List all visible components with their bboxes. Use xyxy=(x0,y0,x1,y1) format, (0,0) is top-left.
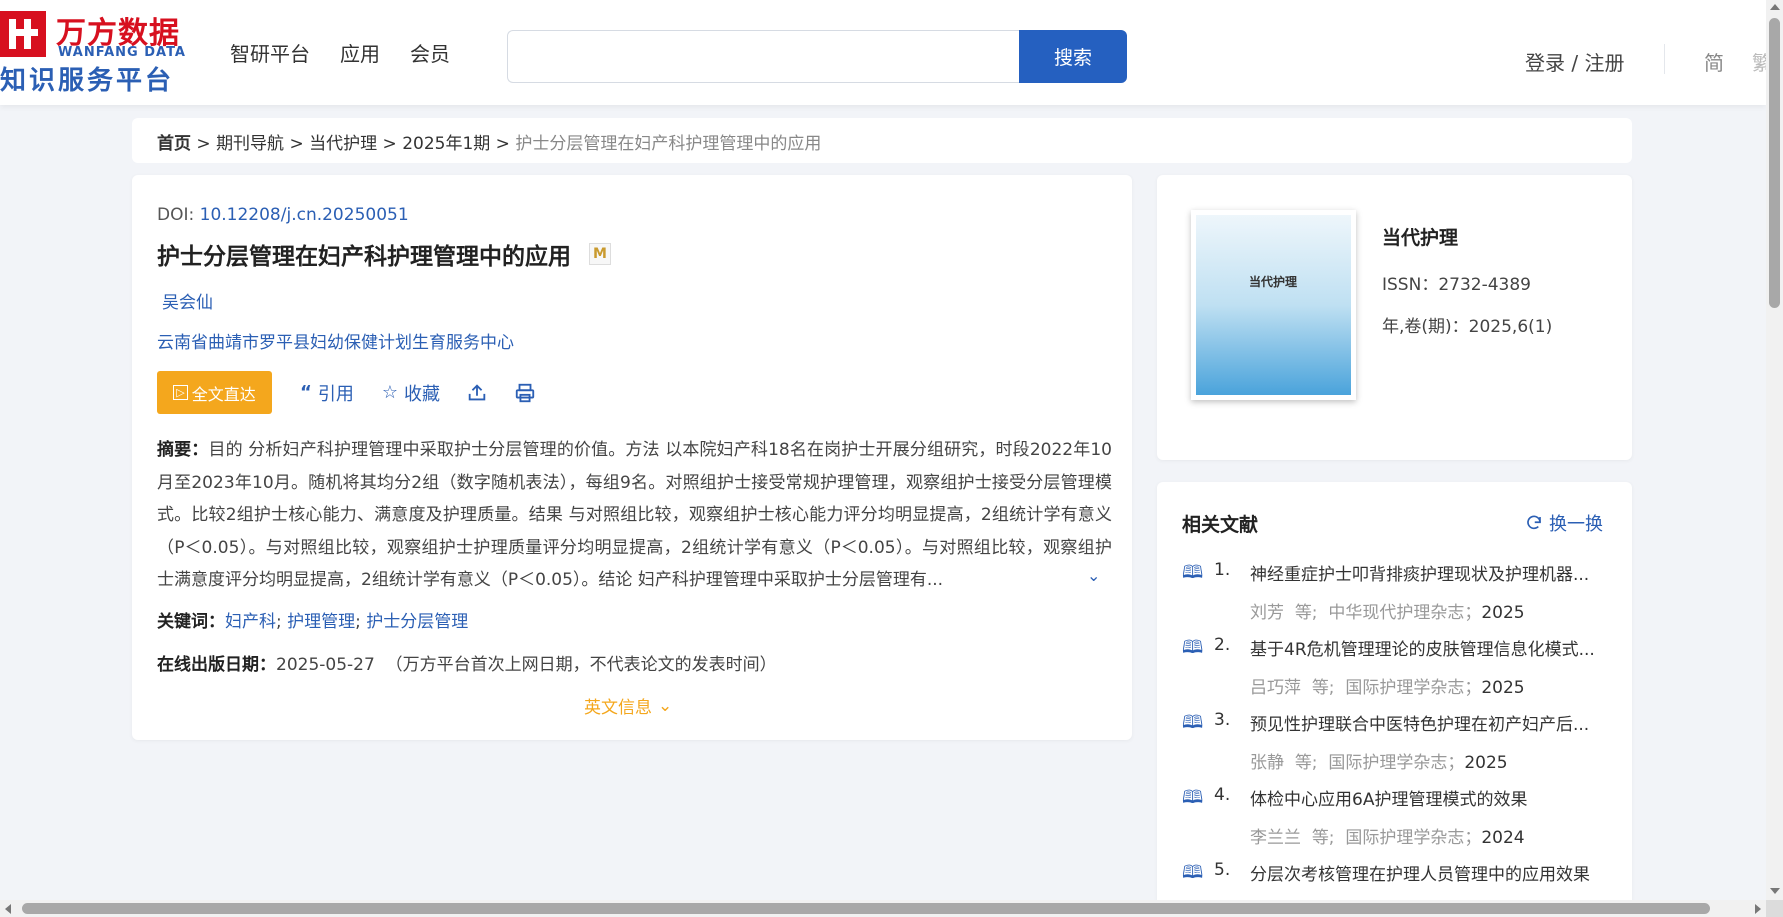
publication-date: 在线出版日期：2025-05-27 （万方平台首次上网日期，不代表论文的发表时间… xyxy=(157,655,777,675)
related-list: 🕮 1. 神经重症护士叩背排痰护理现状及护理机器... 刘芳 等; 中华现代护理… xyxy=(1182,560,1612,917)
logo-name-en: WANFANG DATA xyxy=(58,45,186,60)
doi-line: DOI: 10.12208/j.cn.20250051 xyxy=(157,205,409,225)
chevron-double-down-icon: ⌄ xyxy=(658,695,673,716)
vertical-scrollbar[interactable] xyxy=(1766,0,1783,900)
refresh-button[interactable]: 换一换 xyxy=(1525,510,1603,536)
journal-cover[interactable]: 当代护理 xyxy=(1191,210,1356,400)
quote-icon: “ xyxy=(300,382,312,403)
breadcrumb-home[interactable]: 首页 xyxy=(157,134,191,154)
breadcrumb-issue[interactable]: 2025年1期 xyxy=(402,134,490,154)
wanfang-logo[interactable]: 万方数据 WANFANG DATA 知识服务平台 xyxy=(0,8,190,96)
favorite-button[interactable]: ☆ 收藏 xyxy=(382,380,440,406)
login-register-link[interactable]: 登录 / 注册 xyxy=(1525,47,1624,76)
cover-title: 当代护理 xyxy=(1249,275,1298,289)
abstract: 摘要：目的 分析妇产科护理管理中采取护士分层管理的价值。方法 以本院妇产科18名… xyxy=(157,440,1112,590)
keyword-link[interactable]: 妇产科 xyxy=(225,612,276,632)
horizontal-scrollbar[interactable] xyxy=(0,900,1766,917)
related-title: 相关文献 xyxy=(1182,514,1259,536)
organization-link[interactable]: 云南省曲靖市罗平县妇幼保健计划生育服务中心 xyxy=(157,328,514,353)
article-card: DOI: 10.12208/j.cn.20250051 护士分层管理在妇产科护理… xyxy=(132,175,1132,740)
star-icon: ☆ xyxy=(381,382,398,403)
breadcrumb-current: 护士分层管理在妇产科护理管理中的应用 xyxy=(515,134,822,154)
related-articles-card: 相关文献 换一换 🕮 1. 神经重症护士叩背排痰护理现状及护理机器... 刘芳 … xyxy=(1157,482,1632,917)
print-icon[interactable] xyxy=(514,382,536,404)
logo-mark-icon xyxy=(0,11,46,57)
vertical-scroll-thumb[interactable] xyxy=(1769,18,1780,308)
journal-name[interactable]: 当代护理 xyxy=(1382,223,1458,250)
journal-card: 当代护理 当代护理 ISSN：2732-4389 年,卷(期)：2025,6(1… xyxy=(1157,175,1632,460)
article-actions: ▷ 全文直达 “ 引用 ☆ 收藏 xyxy=(157,371,536,414)
related-title-link[interactable]: 预见性护理联合中医特色护理在初产妇产后... xyxy=(1250,710,1612,735)
scroll-up-icon[interactable] xyxy=(1770,4,1780,10)
scroll-left-icon[interactable] xyxy=(5,904,11,914)
english-info-toggle[interactable]: 英文信息 ⌄ xyxy=(584,693,673,719)
nav-item-membership[interactable]: 会员 xyxy=(410,38,450,67)
list-item: 🕮 1. 神经重症护士叩背排痰护理现状及护理机器... 刘芳 等; 中华现代护理… xyxy=(1182,560,1612,635)
cite-button[interactable]: “ 引用 xyxy=(300,380,354,406)
list-item: 🕮 4. 体检中心应用6A护理管理模式的效果 李兰兰 等; 国际护理学杂志；20… xyxy=(1182,785,1612,860)
book-icon: 🕮 xyxy=(1182,712,1204,733)
journal-volume: 年,卷(期)：2025,6(1) xyxy=(1382,317,1553,337)
main-nav: 智研平台 应用 会员 xyxy=(230,38,450,67)
share-icon[interactable] xyxy=(466,382,488,404)
search-input[interactable] xyxy=(507,30,1019,83)
journal-issn: ISSN：2732-4389 xyxy=(1382,275,1531,295)
related-title-link[interactable]: 基于4R危机管理理论的皮肤管理信息化模式... xyxy=(1250,635,1612,660)
list-item: 🕮 3. 预见性护理联合中医特色护理在初产妇产后... 张静 等; 国际护理学杂… xyxy=(1182,710,1612,785)
breadcrumb-journal[interactable]: 当代护理 xyxy=(309,134,377,154)
mendeley-icon[interactable]: M xyxy=(589,243,611,265)
horizontal-scroll-thumb[interactable] xyxy=(22,903,1710,914)
related-title-link[interactable]: 神经重症护士叩背排痰护理现状及护理机器... xyxy=(1250,560,1612,585)
scroll-down-icon[interactable] xyxy=(1770,888,1780,894)
book-icon: 🕮 xyxy=(1182,637,1204,658)
list-item: 🕮 2. 基于4R危机管理理论的皮肤管理信息化模式... 吕巧萍 等; 国际护理… xyxy=(1182,635,1612,710)
nav-item-zhiyan[interactable]: 智研平台 xyxy=(230,38,310,67)
book-icon: 🕮 xyxy=(1182,787,1204,808)
scrollbar-corner xyxy=(1766,900,1783,917)
fulltext-icon: ▷ xyxy=(173,385,188,400)
scroll-right-icon[interactable] xyxy=(1755,904,1761,914)
nav-item-apps[interactable]: 应用 xyxy=(340,38,380,67)
expand-abstract-icon[interactable]: ⌄ xyxy=(1087,566,1100,585)
article-title: 护士分层管理在妇产科护理管理中的应用 M xyxy=(157,237,611,271)
search-bar: 搜索 xyxy=(507,30,1127,83)
related-title-link[interactable]: 分层次考核管理在护理人员管理中的应用效果 xyxy=(1250,860,1612,885)
doi-link[interactable]: 10.12208/j.cn.20250051 xyxy=(200,205,409,225)
keywords: 关键词：妇产科; 护理管理; 护士分层管理 xyxy=(157,612,469,632)
keyword-link[interactable]: 护士分层管理 xyxy=(366,612,468,632)
breadcrumb-journal-nav[interactable]: 期刊导航 xyxy=(216,134,284,154)
search-button[interactable]: 搜索 xyxy=(1019,30,1127,83)
book-icon: 🕮 xyxy=(1182,862,1204,883)
related-title-link[interactable]: 体检中心应用6A护理管理模式的效果 xyxy=(1250,785,1612,810)
logo-subtitle: 知识服务平台 xyxy=(0,66,175,96)
lang-traditional-button[interactable]: 繁 xyxy=(1752,47,1766,76)
book-icon: 🕮 xyxy=(1182,562,1204,583)
header-divider xyxy=(1664,44,1665,74)
top-header: 万方数据 WANFANG DATA 知识服务平台 智研平台 应用 会员 搜索 登… xyxy=(0,0,1766,105)
lang-simplified-button[interactable]: 简 xyxy=(1704,47,1724,76)
keyword-link[interactable]: 护理管理 xyxy=(287,612,355,632)
author-link[interactable]: 吴会仙 xyxy=(162,288,213,313)
abstract-text: 目的 分析妇产科护理管理中采取护士分层管理的价值。方法 以本院妇产科18名在岗护… xyxy=(157,440,1112,590)
fulltext-button[interactable]: ▷ 全文直达 xyxy=(157,371,272,414)
breadcrumb: 首页 > 期刊导航 > 当代护理 > 2025年1期 > 护士分层管理在妇产科护… xyxy=(132,118,1632,163)
refresh-icon xyxy=(1527,515,1541,530)
